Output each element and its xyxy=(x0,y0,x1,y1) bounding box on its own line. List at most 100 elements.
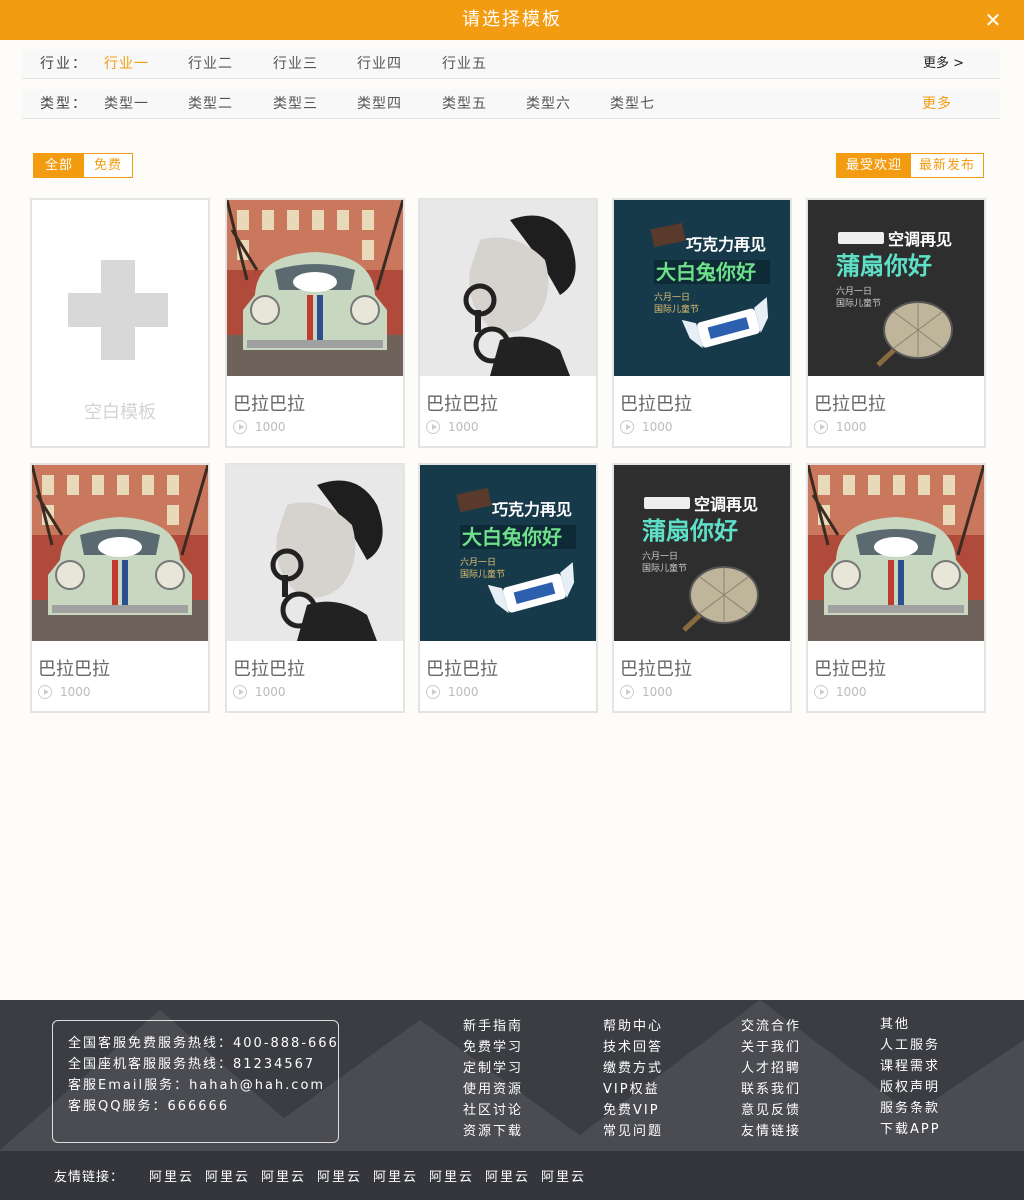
footer-link[interactable]: 交流合作 xyxy=(741,1016,801,1037)
template-title: 巴拉巴拉 xyxy=(814,659,886,680)
template-title: 巴拉巴拉 xyxy=(426,659,498,680)
template-views: 1000 xyxy=(38,685,91,699)
play-icon xyxy=(233,685,247,699)
industry-option-3[interactable]: 行业三 xyxy=(273,49,318,79)
newest-sort-button[interactable]: 最新发布 xyxy=(911,154,983,177)
template-title: 巴拉巴拉 xyxy=(233,659,305,680)
landline-text: 全国座机客服服务热线：81234567 xyxy=(68,1057,316,1072)
svg-text:国际儿童节: 国际儿童节 xyxy=(642,562,687,574)
footer-link[interactable]: 定制学习 xyxy=(463,1058,523,1079)
svg-text:蒲扇你好: 蒲扇你好 xyxy=(836,252,932,280)
svg-text:六月一日: 六月一日 xyxy=(836,285,872,297)
svg-text:大白兔你好: 大白兔你好 xyxy=(462,525,562,549)
industry-option-4[interactable]: 行业四 xyxy=(357,49,402,79)
friend-link[interactable]: 阿里云 xyxy=(317,1166,362,1185)
type-option-4[interactable]: 类型四 xyxy=(357,89,402,119)
template-card[interactable]: 巴拉巴拉 1000 xyxy=(225,463,405,713)
type-option-6[interactable]: 类型六 xyxy=(526,89,571,119)
template-card[interactable]: 巴拉巴拉 1000 xyxy=(225,198,405,448)
view-count: 1000 xyxy=(60,685,91,699)
play-icon xyxy=(814,420,828,434)
footer-link[interactable]: 缴费方式 xyxy=(603,1058,663,1079)
footer-link[interactable]: VIP权益 xyxy=(603,1079,663,1100)
template-thumbnail xyxy=(420,200,596,376)
template-card[interactable]: 空调再见 蒲扇你好 六月一日 国际儿童节 巴拉巴拉 1000 xyxy=(612,463,792,713)
close-icon[interactable]: ✕ xyxy=(984,0,1004,40)
email-text: 客服Email服务：hahah@hah.com xyxy=(68,1078,326,1093)
footer-link[interactable]: 下载APP xyxy=(880,1119,941,1140)
sort-toggle: 最受欢迎 最新发布 xyxy=(836,153,984,178)
blank-template-card[interactable]: 空白模板 xyxy=(30,198,210,448)
friend-link[interactable]: 阿里云 xyxy=(485,1166,530,1185)
footer-link[interactable]: 资源下载 xyxy=(463,1121,523,1142)
footer-links-col-4: 其他 人工服务 课程需求 版权声明 服务条款 下载APP xyxy=(880,1014,941,1140)
view-count: 1000 xyxy=(448,685,479,699)
view-count: 1000 xyxy=(836,420,867,434)
footer-link[interactable]: 其他 xyxy=(880,1014,941,1035)
type-option-7[interactable]: 类型七 xyxy=(610,89,655,119)
template-card[interactable]: 巴拉巴拉 1000 xyxy=(418,198,598,448)
friend-link[interactable]: 阿里云 xyxy=(541,1166,586,1185)
footer-link[interactable]: 技术回答 xyxy=(603,1037,663,1058)
svg-text:大白兔你好: 大白兔你好 xyxy=(656,260,756,284)
play-icon xyxy=(426,420,440,434)
template-card[interactable]: 空调再见 蒲扇你好 六月一日 国际儿童节 巴拉巴拉 1000 xyxy=(806,198,986,448)
footer-link[interactable]: 社区讨论 xyxy=(463,1100,523,1121)
template-thumbnail: 空调再见 蒲扇你好 六月一日 国际儿童节 xyxy=(614,465,790,641)
industry-more-link[interactable]: 更多 > xyxy=(923,49,964,79)
footer-link[interactable]: 人才招聘 xyxy=(741,1058,801,1079)
template-card[interactable]: 巧克力再见 大白兔你好 六月一日 国际儿童节 巴拉巴拉 1000 xyxy=(418,463,598,713)
play-icon xyxy=(620,420,634,434)
type-option-3[interactable]: 类型三 xyxy=(273,89,318,119)
friend-link[interactable]: 阿里云 xyxy=(373,1166,418,1185)
footer-links-col-2: 帮助中心 技术回答 缴费方式 VIP权益 免费VIP 常见问题 xyxy=(603,1016,663,1142)
footer-link[interactable]: 联系我们 xyxy=(741,1079,801,1100)
svg-text:六月一日: 六月一日 xyxy=(460,556,496,568)
template-card[interactable]: 巴拉巴拉 1000 xyxy=(806,463,986,713)
view-count: 1000 xyxy=(642,420,673,434)
friend-link[interactable]: 阿里云 xyxy=(261,1166,306,1185)
footer-link[interactable]: 免费学习 xyxy=(463,1037,523,1058)
footer-link[interactable]: 友情链接 xyxy=(741,1121,801,1142)
type-more-link[interactable]: 更多 xyxy=(922,89,952,119)
popular-sort-button[interactable]: 最受欢迎 xyxy=(837,154,911,177)
template-card[interactable]: 巴拉巴拉 1000 xyxy=(30,463,210,713)
friend-link[interactable]: 阿里云 xyxy=(149,1166,194,1185)
footer-link[interactable]: 常见问题 xyxy=(603,1121,663,1142)
template-views: 1000 xyxy=(620,685,673,699)
free-toggle-button[interactable]: 免费 xyxy=(84,154,132,177)
template-title: 巴拉巴拉 xyxy=(814,394,886,415)
type-option-5[interactable]: 类型五 xyxy=(442,89,487,119)
play-icon xyxy=(814,685,828,699)
template-title: 巴拉巴拉 xyxy=(620,394,692,415)
footer-link[interactable]: 人工服务 xyxy=(880,1035,941,1056)
all-toggle-button[interactable]: 全部 xyxy=(34,154,84,177)
footer-link[interactable]: 意见反馈 xyxy=(741,1100,801,1121)
footer-link[interactable]: 关于我们 xyxy=(741,1037,801,1058)
type-option-1[interactable]: 类型一 xyxy=(104,89,149,119)
template-views: 1000 xyxy=(233,420,286,434)
industry-option-1[interactable]: 行业一 xyxy=(104,49,149,79)
footer-link[interactable]: 帮助中心 xyxy=(603,1016,663,1037)
footer-link[interactable]: 使用资源 xyxy=(463,1079,523,1100)
template-thumbnail xyxy=(32,465,208,641)
industry-option-5[interactable]: 行业五 xyxy=(442,49,487,79)
footer-link[interactable]: 版权声明 xyxy=(880,1077,941,1098)
template-thumbnail xyxy=(227,465,403,641)
svg-text:国际儿童节: 国际儿童节 xyxy=(836,297,881,309)
footer-link[interactable]: 课程需求 xyxy=(880,1056,941,1077)
footer-link[interactable]: 免费VIP xyxy=(603,1100,663,1121)
footer-link[interactable]: 新手指南 xyxy=(463,1016,523,1037)
friend-link[interactable]: 阿里云 xyxy=(205,1166,250,1185)
view-count: 1000 xyxy=(836,685,867,699)
industry-option-2[interactable]: 行业二 xyxy=(188,49,233,79)
type-option-2[interactable]: 类型二 xyxy=(188,89,233,119)
footer-link[interactable]: 服务条款 xyxy=(880,1098,941,1119)
template-title: 巴拉巴拉 xyxy=(426,394,498,415)
template-views: 1000 xyxy=(426,420,479,434)
template-thumbnail: 空调再见 蒲扇你好 六月一日 国际儿童节 xyxy=(808,200,984,376)
svg-text:国际儿童节: 国际儿童节 xyxy=(654,303,699,315)
friend-link[interactable]: 阿里云 xyxy=(429,1166,474,1185)
template-card[interactable]: 巧克力再见 大白兔你好 六月一日 国际儿童节 巴拉巴拉 1000 xyxy=(612,198,792,448)
svg-text:蒲扇你好: 蒲扇你好 xyxy=(642,517,738,545)
